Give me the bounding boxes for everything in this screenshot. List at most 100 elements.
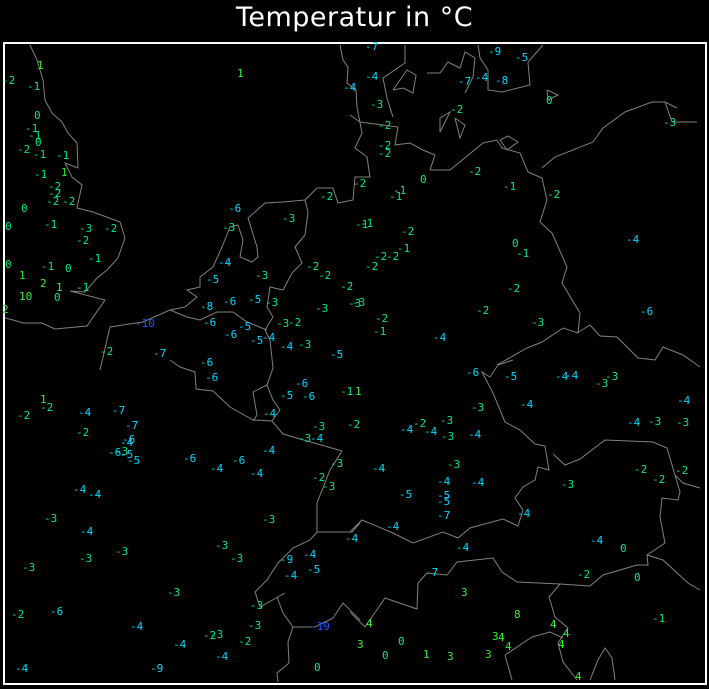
temperature-label: 1 — [61, 166, 68, 179]
temperature-label: 0 — [546, 94, 553, 107]
temperature-label: -3 — [330, 457, 344, 470]
temperature-label: -4 — [262, 444, 276, 457]
temperature-label: -2 — [476, 304, 490, 317]
temperature-label: -2 — [76, 426, 90, 439]
temperature-label: -3 — [265, 296, 279, 309]
temperature-label: -5 — [206, 273, 220, 286]
temperature-label: 3 — [485, 648, 492, 661]
temperature-label: -3 — [531, 316, 545, 329]
temperature-label: -3 — [370, 98, 384, 111]
temperature-label: -2 — [320, 190, 334, 203]
temperature-label: -3 — [250, 599, 264, 612]
temperature-label: -4 — [456, 541, 470, 554]
temperature-label: -2 — [76, 234, 90, 247]
temperature-label: 0 — [634, 571, 641, 584]
temperature-label: -3 — [348, 297, 362, 310]
temperature-label: -3 — [79, 552, 93, 565]
temperature-label: -6 — [302, 390, 316, 403]
temperature-label: -6 — [228, 202, 242, 215]
temperature-label: -5 — [280, 389, 294, 402]
temperature-label: -2 — [450, 103, 464, 116]
temperature-label: -3 — [676, 416, 690, 429]
temperature-label: -2 — [577, 568, 591, 581]
temperature-label: -1 — [516, 247, 530, 260]
temperature-label: -3 — [248, 619, 262, 632]
temperature-label: -6 — [203, 316, 217, 329]
temperature-label: -4 — [475, 71, 489, 84]
temperature-label: 2 — [2, 303, 9, 316]
temperature-label: -3 — [262, 513, 276, 526]
temperature-label: -6 — [224, 328, 238, 341]
temperature-label: -1 — [34, 168, 48, 181]
temperature-label: -3 — [441, 430, 455, 443]
temperature-label: -3 — [255, 269, 269, 282]
temperature-label: 1 — [37, 59, 44, 72]
temperature-label: 1 — [237, 67, 244, 80]
temperature-label: -3 — [440, 414, 454, 427]
temperature-label: -4 — [345, 532, 359, 545]
temperature-label: -6 — [205, 371, 219, 384]
temperature-label: 0 — [382, 649, 389, 662]
temperature-label: 1 — [355, 385, 362, 398]
temperature-label: -2 — [318, 269, 332, 282]
temperature-label: 4 — [498, 631, 505, 644]
temperature-label: -3 — [230, 552, 244, 565]
temperature-label: -2 — [353, 177, 367, 190]
temperature-label: -6 — [640, 305, 654, 318]
temperature-label: -1 — [44, 218, 58, 231]
temperature-label: -3 — [605, 370, 619, 383]
temperature-label: -9 — [150, 662, 164, 675]
temperature-label: -7 — [437, 509, 451, 522]
temperature-label: 4 — [550, 618, 557, 631]
temperature-label: -1 — [340, 385, 354, 398]
temperature-label: -9 — [280, 553, 294, 566]
temperature-label: -4 — [15, 662, 29, 675]
temperature-label: -1 — [41, 260, 55, 273]
temperature-label: -2 — [238, 635, 252, 648]
temperature-label: -4 — [424, 425, 438, 438]
temperature-label: -3 — [561, 478, 575, 491]
temperature-label: -2 — [2, 74, 16, 87]
temperature-label: -4 — [520, 398, 534, 411]
temperature-label: 4 — [558, 638, 565, 651]
temperature-label: -5 — [504, 370, 518, 383]
temperature-label: -2 — [40, 401, 54, 414]
temperature-label: -4 — [626, 233, 640, 246]
temperature-label: -4 — [73, 483, 87, 496]
temperature-label: -2 — [62, 195, 76, 208]
temperature-label: -3 — [648, 415, 662, 428]
temperature-label: -1 — [33, 148, 47, 161]
temperature-label: -4 — [433, 331, 447, 344]
temperature-label: -7 — [425, 566, 439, 579]
temperature-label: -7 — [112, 404, 126, 417]
temperature-label: -1 — [503, 180, 517, 193]
temperature-label: -6 — [200, 356, 214, 369]
temperature-label: -4 — [565, 369, 579, 382]
temperature-label: -3 — [222, 221, 236, 234]
temperature-label: -3 — [282, 212, 296, 225]
temperature-label: -2 — [507, 282, 521, 295]
map-frame — [3, 42, 707, 685]
temperature-label: -4 — [471, 476, 485, 489]
temperature-label: -3 — [315, 302, 329, 315]
temperature-label: -4 — [215, 650, 229, 663]
temperature-label: -4 — [627, 416, 641, 429]
temperature-label: -3 — [167, 586, 181, 599]
temperature-label: -3 — [22, 561, 36, 574]
temperature-label: 0 — [65, 262, 72, 275]
temperature-label: -2 — [100, 345, 114, 358]
temperature-label: -4 — [517, 507, 531, 520]
temperature-label: 4 — [575, 670, 582, 683]
temperature-label: -19 — [310, 620, 330, 633]
temperature-label: 3 — [461, 586, 468, 599]
temperature-label: 4 — [366, 617, 373, 630]
temperature-label: -4 — [284, 569, 298, 582]
temperature-label: -1 — [652, 612, 666, 625]
temperature-label: -5 — [515, 51, 529, 64]
temperature-label: -4 — [372, 462, 386, 475]
temperature-label: -2 — [675, 464, 689, 477]
temperature-label: -4 — [250, 467, 264, 480]
temperature-label: 1 — [423, 648, 430, 661]
temperature-label: 8 — [514, 608, 521, 621]
temperature-label: 10 — [19, 290, 33, 303]
